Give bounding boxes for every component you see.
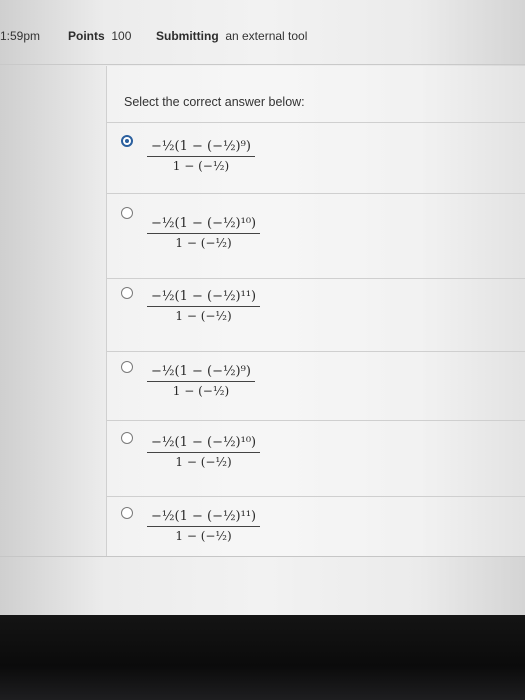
answer-option[interactable]: −½(1 − (−½)¹⁰) 1 − (−½) bbox=[107, 194, 525, 278]
fraction-numerator: −½(1 − (−½)¹¹) bbox=[147, 289, 261, 307]
radio-button[interactable] bbox=[121, 207, 133, 219]
answer-fraction: −½(1 − (−½)¹⁰) 1 − (−½) bbox=[147, 435, 261, 469]
header-divider bbox=[0, 64, 525, 65]
answer-option[interactable]: −½(1 − (−½)⁹) 1 − (−½) bbox=[107, 352, 525, 420]
due-time: 1:59pm bbox=[0, 29, 41, 43]
points-label: Points bbox=[68, 29, 105, 43]
page-footer-area bbox=[0, 556, 525, 616]
answer-fraction: −½(1 − (−½)¹¹) 1 − (−½) bbox=[147, 289, 261, 323]
fraction-denominator: 1 − (−½) bbox=[172, 384, 230, 398]
submitting-text: an external tool bbox=[225, 29, 308, 43]
points-info: Points 100 bbox=[68, 29, 131, 43]
fraction-denominator: 1 − (−½) bbox=[175, 309, 232, 323]
radio-button[interactable] bbox=[121, 287, 133, 299]
answer-fraction: −½(1 − (−½)¹¹) 1 − (−½) bbox=[147, 509, 261, 543]
header-bar: 1:59pm Points 100 Submitting an external… bbox=[0, 0, 525, 64]
question-prompt: Select the correct answer below: bbox=[124, 95, 305, 109]
fraction-numerator: −½(1 − (−½)¹⁰) bbox=[147, 435, 261, 453]
answer-fraction: −½(1 − (−½)⁹) 1 − (−½) bbox=[147, 139, 255, 173]
submitting-info: Submitting an external tool bbox=[156, 29, 307, 43]
answer-option[interactable]: −½(1 − (−½)¹¹) 1 − (−½) bbox=[107, 497, 525, 556]
fraction-numerator: −½(1 − (−½)⁹) bbox=[147, 364, 255, 382]
radio-button[interactable] bbox=[121, 432, 133, 444]
fraction-denominator: 1 − (−½) bbox=[175, 529, 232, 543]
answer-fraction: −½(1 − (−½)⁹) 1 − (−½) bbox=[147, 364, 255, 398]
fraction-numerator: −½(1 − (−½)¹⁰) bbox=[147, 216, 261, 234]
answer-fraction: −½(1 − (−½)¹⁰) 1 − (−½) bbox=[147, 216, 261, 250]
app-screen: 1:59pm Points 100 Submitting an external… bbox=[0, 0, 525, 615]
fraction-numerator: −½(1 − (−½)¹¹) bbox=[147, 509, 261, 527]
submitting-label: Submitting bbox=[156, 29, 219, 43]
points-value: 100 bbox=[111, 29, 132, 43]
answer-option[interactable]: −½(1 − (−½)¹¹) 1 − (−½) bbox=[107, 279, 525, 351]
fraction-denominator: 1 − (−½) bbox=[172, 159, 230, 173]
radio-button[interactable] bbox=[121, 361, 133, 373]
radio-button[interactable] bbox=[121, 507, 133, 519]
monitor-bezel bbox=[0, 615, 525, 700]
fraction-numerator: −½(1 − (−½)⁹) bbox=[147, 139, 255, 157]
fraction-denominator: 1 − (−½) bbox=[175, 236, 232, 250]
fraction-denominator: 1 − (−½) bbox=[175, 455, 232, 469]
answer-option[interactable]: −½(1 − (−½)¹⁰) 1 − (−½) bbox=[107, 421, 525, 496]
radio-button[interactable] bbox=[121, 135, 133, 147]
answer-option[interactable]: −½(1 − (−½)⁹) 1 − (−½) bbox=[107, 123, 525, 193]
